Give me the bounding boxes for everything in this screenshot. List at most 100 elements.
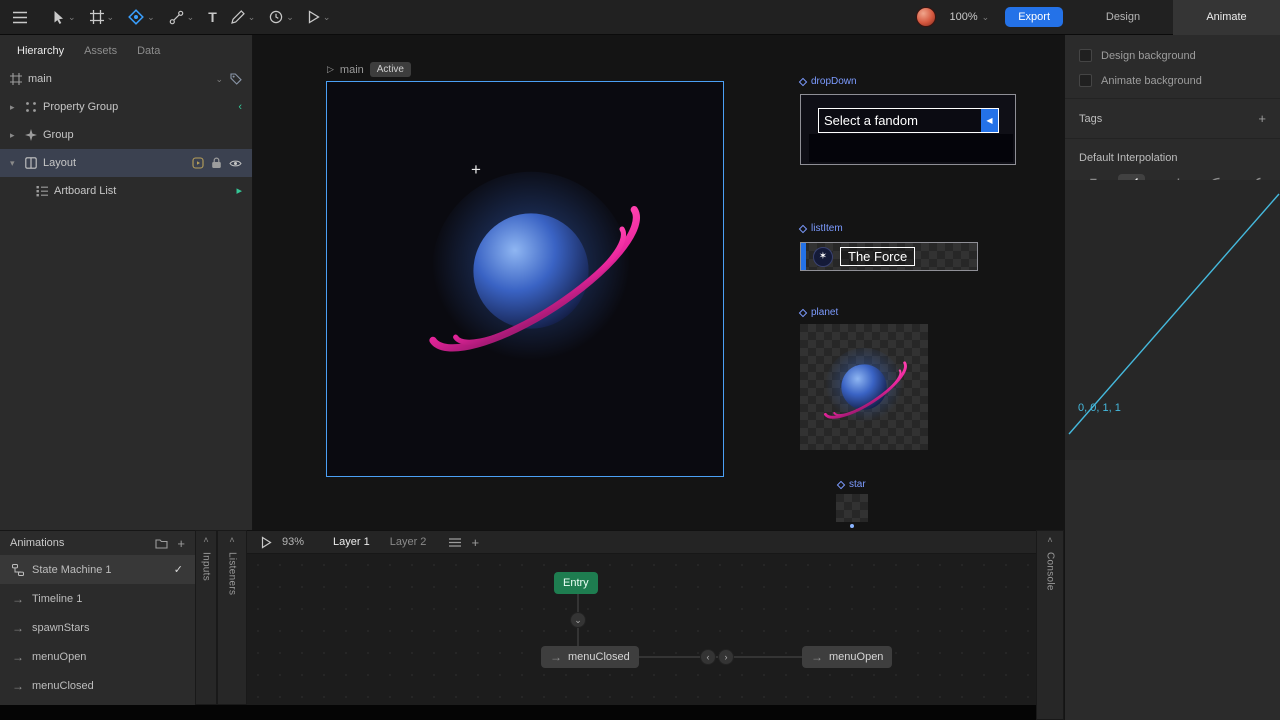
- artboard-tool[interactable]: ⌄: [83, 0, 122, 34]
- caret-icon[interactable]: ▸: [10, 130, 19, 140]
- animate-background-option[interactable]: Animate background: [1065, 68, 1280, 93]
- listitem-text[interactable]: The Force: [840, 247, 916, 266]
- caret-icon[interactable]: ▸: [10, 102, 19, 112]
- play-animation-button[interactable]: [261, 535, 272, 549]
- inputs-label: Inputs: [200, 552, 212, 582]
- frame-icon: [89, 10, 104, 24]
- listeners-tab[interactable]: ˄ Listeners: [217, 530, 247, 705]
- chevron-down-icon[interactable]: ⌄: [107, 12, 115, 22]
- animation-row-timeline[interactable]: → Timeline 1: [0, 584, 195, 613]
- chevron-down-icon[interactable]: ⌄: [323, 12, 331, 22]
- listitem-component[interactable]: ✶ The Force: [800, 242, 978, 271]
- tab-hierarchy[interactable]: Hierarchy: [8, 43, 73, 59]
- time-tool[interactable]: ⌄: [262, 0, 301, 34]
- layer-list-icon[interactable]: [449, 537, 462, 547]
- dropdown-open-panel: [809, 134, 1013, 162]
- animate-mode-button[interactable]: Animate: [1173, 0, 1280, 35]
- group-icon: [25, 129, 37, 141]
- star-component[interactable]: [836, 494, 868, 522]
- chevron-down-icon[interactable]: ⌄: [286, 12, 294, 22]
- tree-row-layout[interactable]: ▾ Layout: [0, 149, 252, 177]
- text-tool[interactable]: T: [201, 0, 224, 34]
- collapse-left-icon[interactable]: ‹: [238, 101, 242, 113]
- component-label-planet[interactable]: planet: [798, 307, 838, 318]
- curve-values: 0, 0, 1, 1: [1078, 402, 1121, 414]
- animation-label: State Machine 1: [32, 563, 112, 576]
- play-tool[interactable]: ⌄: [301, 0, 338, 34]
- animation-row-menuopen[interactable]: → menuOpen: [0, 642, 195, 671]
- dropdown-field[interactable]: Select a fandom ◀: [818, 108, 999, 133]
- planet-component[interactable]: [800, 324, 928, 450]
- tab-assets[interactable]: Assets: [75, 43, 126, 59]
- chevron-up-icon: ˄: [1047, 535, 1053, 545]
- caret-icon[interactable]: ▾: [10, 158, 19, 168]
- artboard-main[interactable]: [326, 81, 724, 477]
- star-origin-handle[interactable]: [850, 524, 854, 528]
- eye-icon[interactable]: [229, 159, 242, 168]
- transition-left-button[interactable]: ‹: [700, 649, 716, 665]
- chevron-down-icon[interactable]: ⌄: [248, 12, 256, 22]
- clip-icon[interactable]: [192, 157, 204, 169]
- avatar[interactable]: [915, 7, 936, 27]
- tree-row-group[interactable]: ▸ Group: [0, 121, 252, 149]
- state-node-menuclosed[interactable]: → menuClosed: [541, 646, 639, 668]
- animate-background-swatch[interactable]: [1079, 74, 1092, 87]
- tags-section-header: Tags +: [1065, 104, 1280, 133]
- design-background-swatch[interactable]: [1079, 49, 1092, 62]
- dropdown-arrow-button[interactable]: ◀: [981, 109, 998, 132]
- layer-tab-1[interactable]: Layer 1: [328, 536, 375, 548]
- console-label: Console: [1044, 552, 1056, 591]
- inputs-tab[interactable]: ˄ Inputs: [195, 530, 217, 705]
- artboard-icon: [10, 73, 22, 85]
- animation-row-menuclosed[interactable]: → menuClosed: [0, 671, 195, 700]
- tree-row-property-group[interactable]: ▸ Property Group ‹: [0, 93, 252, 121]
- console-tab[interactable]: ˄ Console: [1036, 530, 1064, 720]
- zoom-control[interactable]: 100% ⌄: [944, 11, 996, 23]
- design-mode-button[interactable]: Design: [1073, 0, 1173, 35]
- stage-canvas[interactable]: ▷ main Active + dropDown Select a fandom…: [253, 35, 1064, 530]
- add-animation-button[interactable]: +: [177, 537, 185, 550]
- lock-icon[interactable]: [211, 157, 222, 169]
- dropdown-component[interactable]: Select a fandom ◀: [800, 94, 1016, 165]
- inspector-panel: Design background Animate background Tag…: [1064, 35, 1280, 720]
- animation-label: menuClosed: [32, 679, 94, 692]
- design-background-option[interactable]: Design background: [1065, 43, 1280, 68]
- main-menu-button[interactable]: [0, 0, 40, 34]
- tree-row-artboard-list[interactable]: Artboard List ▸: [0, 177, 252, 205]
- chevron-up-icon: ˄: [229, 535, 235, 545]
- zoom-value: 100%: [949, 11, 978, 23]
- state-machine-toolbar: 93% Layer 1 Layer 2 +: [247, 531, 1036, 554]
- select-tool[interactable]: ⌄: [46, 0, 83, 34]
- state-node-menuopen[interactable]: → menuOpen: [802, 646, 893, 668]
- play-forward-icon[interactable]: ▸: [236, 185, 242, 197]
- shapes-tool-active[interactable]: ⌄: [121, 0, 162, 34]
- component-icon: [798, 308, 808, 317]
- pencil-tool[interactable]: ⌄: [224, 0, 263, 34]
- component-label-listitem[interactable]: listItem: [798, 223, 843, 234]
- layer-tab-2[interactable]: Layer 2: [385, 536, 432, 548]
- export-button[interactable]: Export: [1005, 7, 1063, 27]
- graph-zoom-value[interactable]: 93%: [282, 536, 304, 548]
- component-label-star[interactable]: star: [836, 479, 866, 490]
- state-machine-graph[interactable]: Entry ⌄ → menuClosed ‹ › → menuOpen: [247, 554, 1036, 706]
- add-tag-button[interactable]: +: [1258, 112, 1266, 125]
- tree-row-main[interactable]: main ⌄: [0, 65, 252, 93]
- tab-data[interactable]: Data: [128, 43, 169, 59]
- tag-icon[interactable]: [230, 73, 242, 85]
- chevron-down-icon[interactable]: ⌄: [215, 74, 223, 84]
- component-label-dropdown[interactable]: dropDown: [798, 76, 857, 87]
- folder-icon[interactable]: [155, 538, 168, 549]
- chevron-down-icon[interactable]: ⌄: [187, 12, 195, 22]
- transition-right-button[interactable]: ›: [718, 649, 734, 665]
- chevron-down-icon[interactable]: ⌄: [68, 12, 76, 22]
- bone-tool[interactable]: ⌄: [162, 0, 202, 34]
- animation-row-state-machine[interactable]: State Machine 1 ✓: [0, 555, 195, 584]
- add-layer-button[interactable]: +: [471, 536, 479, 549]
- animation-row-spawnstars[interactable]: → spawnStars: [0, 613, 195, 642]
- entry-node[interactable]: Entry: [554, 572, 598, 594]
- artboard-header[interactable]: ▷ main Active: [327, 62, 411, 77]
- entry-transition-chevron[interactable]: ⌄: [570, 612, 586, 628]
- chevron-down-icon[interactable]: ⌄: [147, 12, 155, 22]
- curve-editor[interactable]: 0, 0, 1, 1: [1065, 180, 1280, 460]
- crosshair-cursor: +: [471, 160, 481, 179]
